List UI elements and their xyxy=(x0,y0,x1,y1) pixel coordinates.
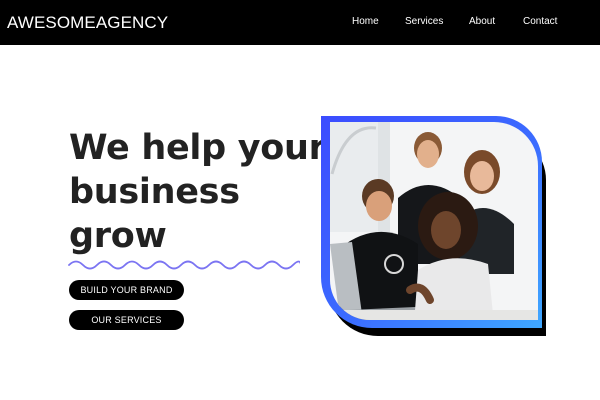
nav-link-home[interactable]: Home xyxy=(352,16,379,27)
top-navigation-bar: AWESOMEAGENCY Home Services About Contac… xyxy=(0,0,600,45)
build-your-brand-button[interactable]: BUILD YOUR BRAND xyxy=(69,280,184,300)
main-nav: Home Services About Contact xyxy=(0,16,600,30)
nav-link-services[interactable]: Services xyxy=(405,16,443,27)
headline-line-2: business xyxy=(69,172,240,212)
hero-headline: We help your business grow xyxy=(69,126,329,258)
nav-link-about[interactable]: About xyxy=(469,16,495,27)
headline-line-1: We help your xyxy=(69,128,326,168)
hero-team-photo xyxy=(321,116,546,336)
headline-line-3: grow xyxy=(69,216,167,256)
nav-link-contact[interactable]: Contact xyxy=(523,16,557,27)
decorative-wave-line xyxy=(68,260,300,270)
our-services-button[interactable]: OUR SERVICES xyxy=(69,310,184,330)
